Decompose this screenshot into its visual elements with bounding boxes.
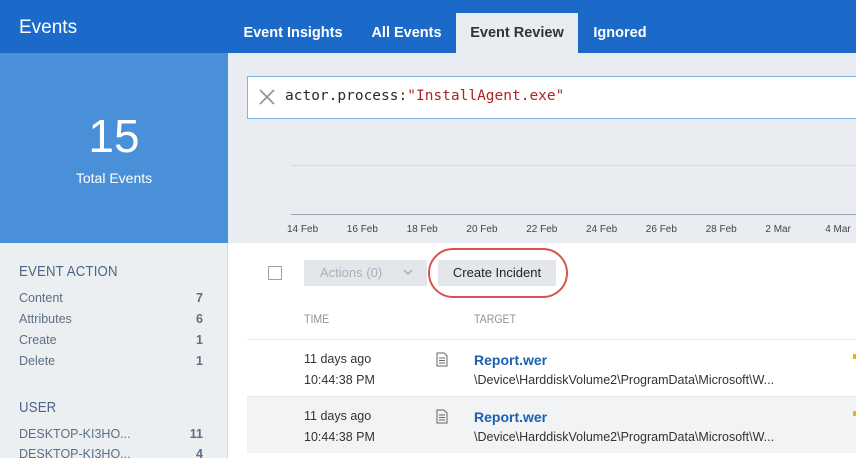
facet-item-content[interactable]: Content 7 (19, 291, 203, 311)
query-separator: : (398, 88, 408, 104)
column-header-target[interactable]: TARGET (474, 312, 516, 326)
timeline-tick-label: 4 Mar (825, 224, 851, 235)
tab-event-review[interactable]: Event Review (456, 13, 578, 53)
search-query: actor.process:"InstallAgent.exe" (285, 88, 564, 104)
document-icon (436, 409, 448, 424)
total-events-label: Total Events (75, 170, 153, 186)
facet-item-count: 4 (196, 447, 203, 458)
highlight-annotation (428, 248, 568, 298)
total-events-card: 15 Total Events (0, 53, 228, 243)
facet-item-count: 7 (196, 291, 203, 305)
facet-item-label: Create (19, 333, 57, 347)
facet-item-count: 6 (196, 312, 203, 326)
search-input[interactable]: actor.process:"InstallAgent.exe" (247, 76, 856, 119)
facet-heading-user: USER (19, 399, 57, 416)
facet-panel: EVENT ACTION Content 7 Attributes 6 Crea… (0, 243, 228, 458)
table-row[interactable]: 11 days ago 10:44:38 PM Report.wer \Devi… (247, 339, 856, 396)
timeline-gridline (291, 165, 856, 166)
facet-item-count: 11 (189, 427, 203, 441)
row-target-link[interactable]: Report.wer (474, 352, 547, 368)
sidebar-header: Events (0, 0, 228, 53)
facet-item-attributes[interactable]: Attributes 6 (19, 312, 203, 332)
facet-heading-event-action: EVENT ACTION (19, 263, 118, 280)
facet-item-delete[interactable]: Delete 1 (19, 354, 203, 374)
tab-all-events[interactable]: All Events (358, 13, 455, 53)
chevron-down-icon (403, 269, 413, 276)
row-time-clock: 10:44:38 PM (304, 430, 375, 444)
facet-item-label: Delete (19, 354, 56, 368)
row-time-relative: 11 days ago (304, 352, 372, 366)
row-time-clock: 10:44:38 PM (304, 373, 375, 387)
timeline-tick-label: 26 Feb (645, 224, 677, 235)
tab-event-insights[interactable]: Event Insights (228, 13, 358, 53)
app-title: Events (19, 17, 78, 38)
facet-item-count: 1 (196, 354, 203, 368)
table-row[interactable]: 11 days ago 10:44:38 PM Report.wer \Devi… (247, 396, 856, 453)
row-target-link[interactable]: Report.wer (474, 409, 547, 425)
facet-item-label: DESKTOP-KI3HO... (19, 447, 131, 458)
row-target-path: \Device\HarddiskVolume2\ProgramData\Micr… (474, 430, 775, 444)
timeline-tick-label: 20 Feb (466, 224, 498, 235)
total-events-count: 15 (88, 110, 140, 162)
facet-item-user[interactable]: DESKTOP-KI3HO... 11 (19, 427, 203, 447)
facet-item-create[interactable]: Create 1 (19, 333, 203, 353)
facet-item-count: 1 (196, 333, 203, 347)
select-all-checkbox[interactable] (268, 266, 282, 280)
facet-item-user[interactable]: DESKTOP-KI3HO... 4 (19, 447, 203, 458)
facet-item-label: DESKTOP-KI3HO... (19, 427, 131, 441)
tab-ignored[interactable]: Ignored (578, 13, 662, 53)
timeline-tick-label: 28 Feb (705, 224, 737, 235)
row-time-relative: 11 days ago (304, 409, 372, 423)
timeline-tick-label: 24 Feb (586, 224, 618, 235)
timeline-tick-label: 14 Feb (287, 224, 319, 235)
close-icon[interactable] (258, 88, 276, 106)
actions-label: Actions (0) (320, 265, 383, 280)
row-target-path: \Device\HarddiskVolume2\ProgramData\Micr… (474, 373, 775, 387)
query-value: "InstallAgent.exe" (407, 88, 565, 104)
timeline-tick-label: 18 Feb (406, 224, 438, 235)
timeline-tick-label: 16 Feb (346, 224, 378, 235)
facet-item-label: Content (19, 291, 63, 305)
timeline-tick-label: 22 Feb (526, 224, 558, 235)
actions-dropdown[interactable]: Actions (0) (304, 260, 427, 286)
document-icon (436, 352, 448, 367)
query-key: actor.process (285, 88, 399, 104)
timeline-tick-label: 2 Mar (765, 224, 791, 235)
tab-bar: Event Insights All Events Event Review I… (228, 0, 856, 53)
timeline-axis (291, 214, 856, 215)
column-header-time[interactable]: TIME (304, 312, 329, 326)
facet-item-label: Attributes (19, 312, 72, 326)
